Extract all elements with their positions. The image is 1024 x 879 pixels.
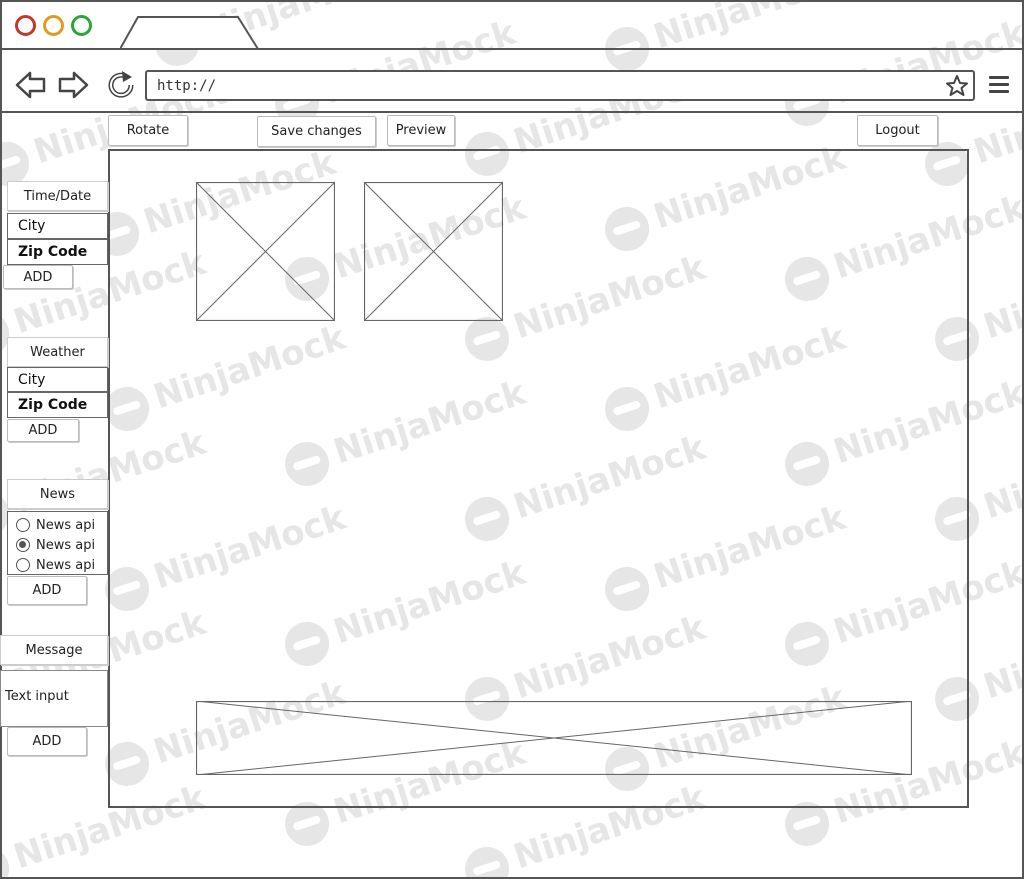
news-option-label: News api	[36, 517, 96, 533]
browser-tab[interactable]	[120, 16, 260, 49]
back-icon	[15, 71, 46, 99]
save-changes-button[interactable]: Save changes	[257, 116, 376, 147]
navbar-divider	[2, 111, 1024, 113]
message-text-input[interactable]: Text input	[0, 670, 108, 727]
news-add-button[interactable]: ADD	[7, 576, 87, 605]
address-bar[interactable]: http://	[145, 70, 975, 101]
image-placeholder[interactable]	[364, 182, 503, 321]
minimize-window-button[interactable]	[43, 15, 64, 36]
maximize-window-button[interactable]	[71, 15, 92, 36]
weather-city-field[interactable]: City	[7, 367, 108, 392]
radio-unchecked-icon	[16, 518, 30, 532]
tabbar-divider	[2, 48, 1024, 50]
star-icon[interactable]	[945, 74, 969, 98]
news-option-label: News api	[36, 537, 96, 553]
timedate-city-field[interactable]: City	[7, 213, 108, 239]
reload-button[interactable]	[104, 68, 138, 102]
preview-button[interactable]: Preview	[387, 115, 455, 146]
menu-icon[interactable]	[989, 76, 1009, 94]
logout-button[interactable]: Logout	[857, 115, 938, 146]
banner-placeholder[interactable]	[196, 701, 912, 775]
weather-zip-field[interactable]: Zip Code	[7, 392, 108, 418]
timedate-add-button[interactable]: ADD	[3, 265, 73, 289]
weather-title: Weather	[7, 337, 108, 367]
back-button[interactable]	[14, 68, 48, 102]
message-add-button[interactable]: ADD	[7, 727, 87, 756]
news-option[interactable]: News api	[16, 555, 107, 575]
news-option[interactable]: News api	[16, 515, 107, 535]
news-option-label: News api	[36, 557, 96, 573]
timedate-zip-field[interactable]: Zip Code	[7, 239, 108, 265]
news-title: News	[7, 479, 108, 509]
image-placeholder[interactable]	[196, 182, 335, 321]
news-option[interactable]: News api	[16, 535, 107, 555]
close-window-button[interactable]	[15, 15, 36, 36]
news-radio-group: News api News api News api	[7, 511, 108, 575]
reload-icon	[108, 71, 134, 98]
radio-checked-icon	[16, 538, 30, 552]
timedate-title: Time/Date	[7, 181, 108, 211]
message-title: Message	[0, 635, 108, 665]
url-text: http://	[157, 77, 217, 94]
weather-add-button[interactable]: ADD	[7, 419, 79, 442]
radio-unchecked-icon	[16, 558, 30, 572]
forward-icon	[58, 71, 89, 99]
rotate-button[interactable]: Rotate	[108, 115, 188, 146]
forward-button[interactable]	[56, 68, 90, 102]
